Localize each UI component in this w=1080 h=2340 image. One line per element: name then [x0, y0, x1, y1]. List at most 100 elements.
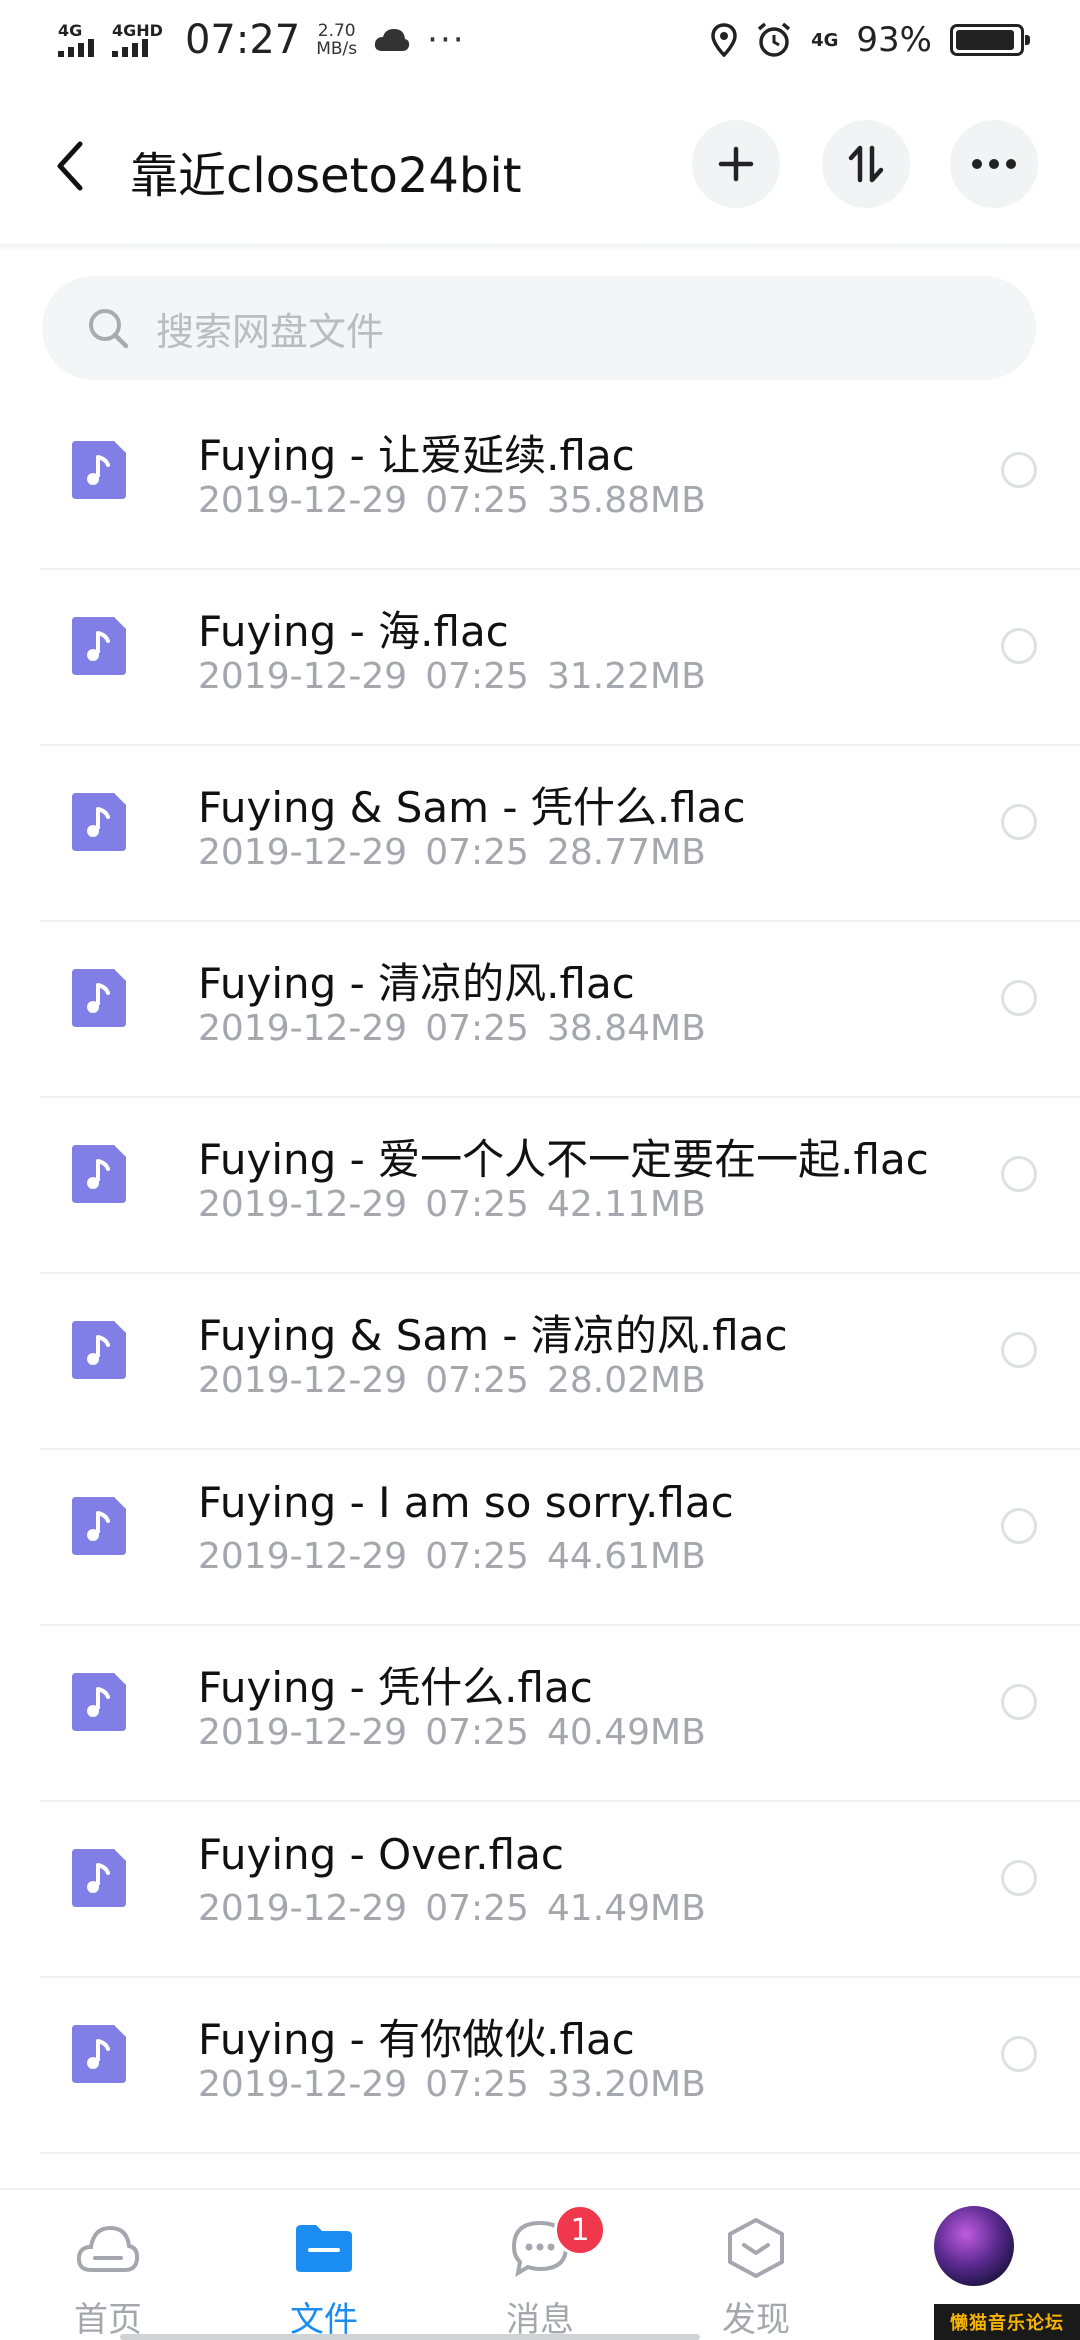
more-status-icon: ···: [427, 20, 466, 60]
file-meta: 2019-12-29 07:25 28.77MB: [198, 832, 706, 873]
network-type-2: 4GHD: [112, 21, 163, 40]
file-row[interactable]: Fuying - I am so sorry.flac 2019-12-29 07:…: [0, 1450, 1080, 1626]
music-file-icon: [72, 441, 126, 499]
file-name: Fuying & Sam - 清凉的风.flac: [198, 1311, 788, 1360]
file-size: 44.61MB: [546, 1536, 706, 1577]
music-file-icon: [72, 1321, 126, 1379]
battery-percent: 93%: [856, 20, 932, 60]
file-size: 28.02MB: [546, 1360, 706, 1401]
file-meta: 2019-12-29 07:25 41.49MB: [198, 1888, 706, 1929]
file-time: 07:25: [425, 656, 529, 697]
file-size: 42.11MB: [546, 1184, 706, 1225]
file-meta: 2019-12-29 07:25 28.02MB: [198, 1360, 706, 1401]
network-type-1: 4G: [58, 21, 83, 40]
watermark: 懒猫音乐论坛: [934, 2304, 1080, 2340]
nav-messages[interactable]: 消息 1: [470, 2190, 610, 2340]
music-file-icon: [72, 1497, 126, 1555]
unread-badge: 1: [554, 2204, 606, 2256]
music-file-icon: [72, 1145, 126, 1203]
file-time: 07:25: [425, 1888, 529, 1929]
music-file-icon: [72, 2025, 126, 2083]
file-meta: 2019-12-29 07:25 33.20MB: [198, 2064, 706, 2105]
file-size: 31.22MB: [546, 656, 706, 697]
avatar[interactable]: [932, 2204, 1016, 2288]
file-name: Fuying - 爱一个人不一定要在一起.flac: [198, 1135, 929, 1184]
search-icon: [89, 309, 129, 349]
file-time: 07:25: [425, 480, 529, 521]
header: 靠近closeto24bit: [0, 110, 1080, 222]
file-size: 38.84MB: [546, 1008, 706, 1049]
nav-discover[interactable]: 发现: [686, 2190, 826, 2340]
file-row[interactable]: Fuying & Sam - 清凉的风.flac 2019-12-29 07:25 2…: [0, 1274, 1080, 1450]
select-checkbox[interactable]: [1001, 1508, 1037, 1544]
file-meta: 2019-12-29 07:25 38.84MB: [198, 1008, 706, 1049]
back-arrow-icon[interactable]: [52, 138, 92, 194]
sort-icon: [848, 145, 884, 183]
sort-button[interactable]: [822, 120, 910, 208]
page-title: 靠近closeto24bit: [130, 148, 522, 204]
nav-home-label: 首页: [74, 2300, 142, 2340]
file-meta: 2019-12-29 07:25 40.49MB: [198, 1712, 706, 1753]
nav-home[interactable]: 首页: [38, 2190, 178, 2340]
file-row[interactable]: Fuying - 让爱延续.flac 2019-12-29 07:25 35.88MB: [0, 394, 1080, 570]
status-bar: 4G 4GHD 07:27 2.70 MB/s ··· 4G 93%: [0, 0, 1080, 80]
nav-files[interactable]: 文件: [254, 2190, 394, 2340]
file-row[interactable]: Fuying - 有你做伙.flac 2019-12-29 07:25 33.20MB: [0, 1978, 1080, 2154]
file-date: 2019-12-29: [198, 2064, 408, 2105]
select-checkbox[interactable]: [1001, 804, 1037, 840]
file-date: 2019-12-29: [198, 1184, 408, 1225]
more-button[interactable]: [950, 120, 1038, 208]
file-name: Fuying & Sam - 凭什么.flac: [198, 783, 746, 832]
folder-icon: [296, 2225, 352, 2272]
nav-discover-label: 发现: [722, 2300, 790, 2340]
alarm-icon: [757, 22, 791, 57]
file-date: 2019-12-29: [198, 656, 408, 697]
file-size: 33.20MB: [546, 2064, 706, 2105]
file-row[interactable]: Fuying - 海.flac 2019-12-29 07:25 31.22MB: [0, 570, 1080, 746]
file-date: 2019-12-29: [198, 1360, 408, 1401]
nav-messages-label: 消息: [506, 2300, 574, 2340]
search-input[interactable]: 搜索网盘文件: [42, 276, 1036, 380]
file-name: Fuying - 凭什么.flac: [198, 1663, 593, 1712]
select-checkbox[interactable]: [1001, 1332, 1037, 1368]
select-checkbox[interactable]: [1001, 628, 1037, 664]
music-file-icon: [72, 1673, 126, 1731]
file-row[interactable]: Fuying - 凭什么.flac 2019-12-29 07:25 40.49MB: [0, 1626, 1080, 1802]
file-name: Fuying - 清凉的风.flac: [198, 959, 635, 1008]
select-checkbox[interactable]: [1001, 1684, 1037, 1720]
file-row[interactable]: Fuying - Over.flac 2019-12-29 07:25 41.49MB: [0, 1802, 1080, 1978]
file-name: Fuying - 有你做伙.flac: [198, 2015, 635, 2064]
file-name: Fuying - 让爱延续.flac: [198, 431, 635, 480]
file-date: 2019-12-29: [198, 1008, 408, 1049]
select-checkbox[interactable]: [1001, 1860, 1037, 1896]
battery-icon: [950, 24, 1030, 56]
signal-bars-icon: [58, 39, 94, 57]
music-file-icon: [72, 1849, 126, 1907]
file-time: 07:25: [425, 2064, 529, 2105]
file-time: 07:25: [425, 1184, 529, 1225]
file-date: 2019-12-29: [198, 1712, 408, 1753]
cloud-icon: [375, 29, 410, 51]
file-time: 07:25: [425, 1712, 529, 1753]
select-checkbox[interactable]: [1001, 980, 1037, 1016]
gesture-bar: [120, 2334, 700, 2340]
select-checkbox[interactable]: [1001, 2036, 1037, 2072]
bottom-nav: 首页 文件 消息 1 发现: [0, 2188, 1080, 2340]
file-row[interactable]: Fuying - 清凉的风.flac 2019-12-29 07:25 38.84MB: [0, 922, 1080, 1098]
file-date: 2019-12-29: [198, 832, 408, 873]
file-name: Fuying - 海.flac: [198, 607, 509, 656]
network-type-3: 4G: [811, 29, 839, 51]
file-date: 2019-12-29: [198, 1536, 408, 1577]
discover-icon: [728, 2218, 784, 2278]
file-date: 2019-12-29: [198, 480, 408, 521]
header-divider: [0, 244, 1080, 250]
speed-unit: MB/s: [316, 39, 358, 59]
file-row[interactable]: Fuying & Sam - 凭什么.flac 2019-12-29 07:25 28…: [0, 746, 1080, 922]
select-checkbox[interactable]: [1001, 452, 1037, 488]
file-size: 41.49MB: [546, 1888, 706, 1929]
music-file-icon: [72, 793, 126, 851]
select-checkbox[interactable]: [1001, 1156, 1037, 1192]
file-name: Fuying - Over.flac: [198, 1830, 564, 1879]
file-row[interactable]: Fuying - 爱一个人不一定要在一起.flac 2019-12-29 07:25…: [0, 1098, 1080, 1274]
add-button[interactable]: [692, 120, 780, 208]
